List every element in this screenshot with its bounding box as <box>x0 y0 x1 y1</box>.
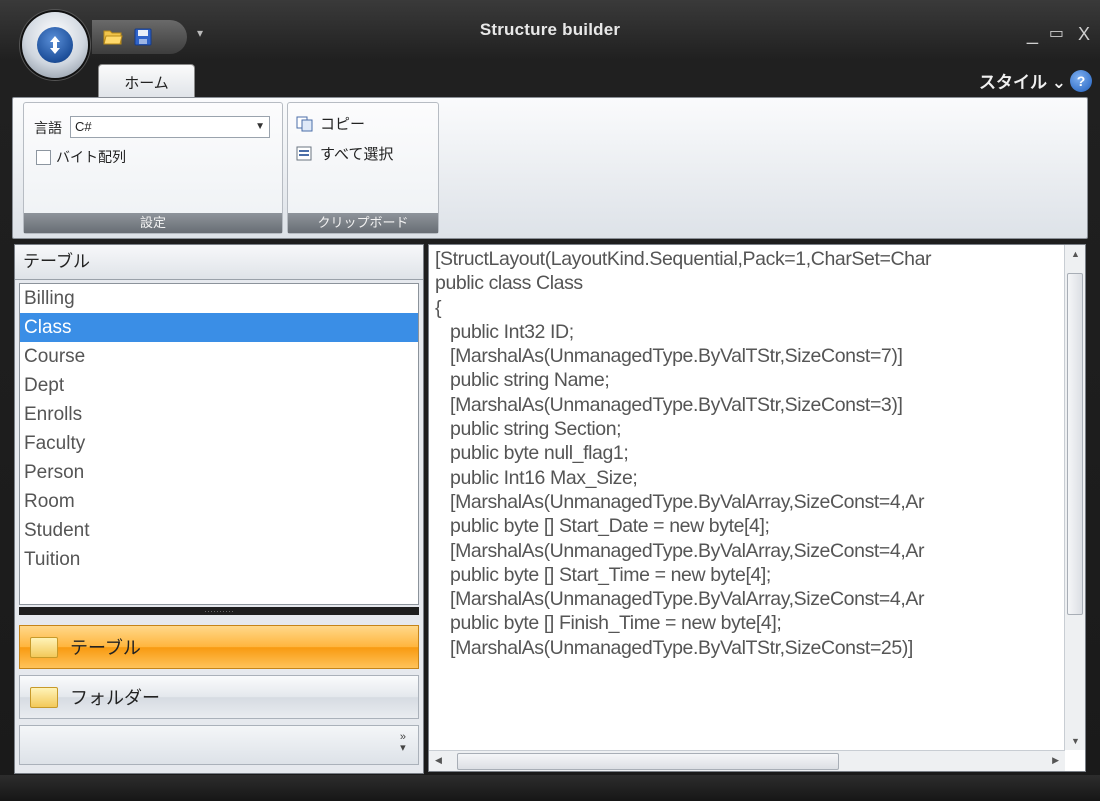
copy-icon <box>296 116 313 131</box>
tab-home[interactable]: ホーム <box>98 64 195 99</box>
configure-buttons-icon[interactable]: » ▾ <box>400 732 406 754</box>
code-line: public byte [] Start_Time = new byte[4]; <box>435 563 771 586</box>
list-item[interactable]: Person <box>20 458 418 487</box>
code-line: public string Section; <box>435 418 622 441</box>
pane-splitter[interactable]: ·········· <box>19 607 419 616</box>
list-item[interactable]: Room <box>20 487 418 516</box>
byte-array-label: バイト配列 <box>56 149 126 165</box>
status-bar <box>0 775 1100 801</box>
code-line: { <box>435 296 442 319</box>
minimize-button[interactable]: _ <box>1027 24 1038 44</box>
select-all-icon <box>296 146 312 160</box>
list-item[interactable]: Faculty <box>20 429 418 458</box>
clipboard-group-label: クリップボード <box>288 213 438 233</box>
code-line: public byte [] Finish_Time = new byte[4]… <box>435 612 782 635</box>
settings-group-label: 設定 <box>24 213 282 233</box>
copy-button[interactable]: コピー <box>296 113 365 134</box>
language-label: 言語 <box>34 120 62 136</box>
code-line: public string Name; <box>435 369 610 392</box>
copy-label: コピー <box>320 116 366 133</box>
scroll-left-icon[interactable]: ◀ <box>435 755 442 766</box>
horizontal-scrollbar[interactable]: ◀ ▶ <box>429 750 1065 771</box>
help-icon[interactable]: ? <box>1070 70 1092 92</box>
folder-icon <box>30 686 58 708</box>
chevron-down-icon: ▼ <box>255 121 265 132</box>
code-line: [MarshalAs(UnmanagedType.ByValTStr,SizeC… <box>435 393 903 416</box>
table-list[interactable]: Billing Class Course Dept Enrolls Facult… <box>19 283 419 605</box>
code-line: [MarshalAs(UnmanagedType.ByValArray,Size… <box>435 588 925 611</box>
settings-group: 言語 C# ▼ バイト配列 設定 <box>23 102 283 234</box>
folder-icon <box>30 636 58 658</box>
list-item[interactable]: Billing <box>20 284 418 313</box>
vertical-scroll-thumb[interactable] <box>1067 273 1083 615</box>
vertical-scrollbar[interactable]: ▲ ▼ <box>1064 245 1085 750</box>
list-item-selected[interactable]: Class <box>20 313 418 342</box>
language-select[interactable]: C# ▼ <box>70 116 270 138</box>
table-navigation-pane: テーブル Billing Class Course Dept Enrolls F… <box>14 244 424 774</box>
scroll-up-icon[interactable]: ▲ <box>1071 249 1080 259</box>
select-all-label: すべて選択 <box>320 146 394 163</box>
code-line: [StructLayout(LayoutKind.Sequential,Pack… <box>435 248 932 270</box>
nav-folders-label: フォルダー <box>70 688 160 708</box>
code-line: [MarshalAs(UnmanagedType.ByValTStr,SizeC… <box>435 345 903 368</box>
code-text: [StructLayout(LayoutKind.Sequential,Pack… <box>435 247 1065 745</box>
close-button[interactable]: X <box>1078 24 1090 44</box>
code-line: [MarshalAs(UnmanagedType.ByValArray,Size… <box>435 539 925 562</box>
code-line: public Int16 Max_Size; <box>435 466 638 489</box>
nav-folders-button[interactable]: フォルダー <box>19 675 419 719</box>
code-line: [MarshalAs(UnmanagedType.ByValArray,Size… <box>435 490 925 513</box>
code-line: [MarshalAs(UnmanagedType.ByValTStr,SizeC… <box>435 636 913 659</box>
list-item[interactable]: Tuition <box>20 545 418 574</box>
style-menu[interactable]: スタイル ⌄ <box>979 68 1066 93</box>
window-title: Structure builder <box>479 20 621 39</box>
code-view[interactable]: [StructLayout(LayoutKind.Sequential,Pack… <box>428 244 1086 772</box>
nav-tables-label: テーブル <box>70 638 141 658</box>
nav-tables-button[interactable]: テーブル <box>19 625 419 669</box>
code-line: public byte null_flag1; <box>435 442 629 465</box>
horizontal-scroll-thumb[interactable] <box>457 753 839 770</box>
list-item[interactable]: Dept <box>20 371 418 400</box>
list-item[interactable]: Course <box>20 342 418 371</box>
maximize-button[interactable]: ▭ <box>1049 24 1064 44</box>
clipboard-group: コピー すべて選択 クリップボード <box>287 102 439 234</box>
scroll-down-icon[interactable]: ▼ <box>1071 736 1080 746</box>
code-line: public class Class <box>435 272 583 295</box>
list-item[interactable]: Student <box>20 516 418 545</box>
code-line: public byte [] Start_Date = new byte[4]; <box>435 515 770 538</box>
ribbon-panel: 言語 C# ▼ バイト配列 設定 コピー すべて選択 クリップボード <box>12 97 1088 239</box>
select-all-button[interactable]: すべて選択 <box>296 143 393 164</box>
scroll-right-icon[interactable]: ▶ <box>1052 755 1059 766</box>
code-line: public Int32 ID; <box>435 320 574 343</box>
list-item[interactable]: Enrolls <box>20 400 418 429</box>
language-value: C# <box>75 119 92 134</box>
nav-footer: » ▾ <box>19 725 419 765</box>
byte-array-checkbox[interactable] <box>36 150 51 165</box>
app-window: ▾ Structure builder _ ▭ X ホーム スタイル ⌄ ? 言… <box>0 0 1100 801</box>
pane-header: テーブル <box>15 245 423 280</box>
